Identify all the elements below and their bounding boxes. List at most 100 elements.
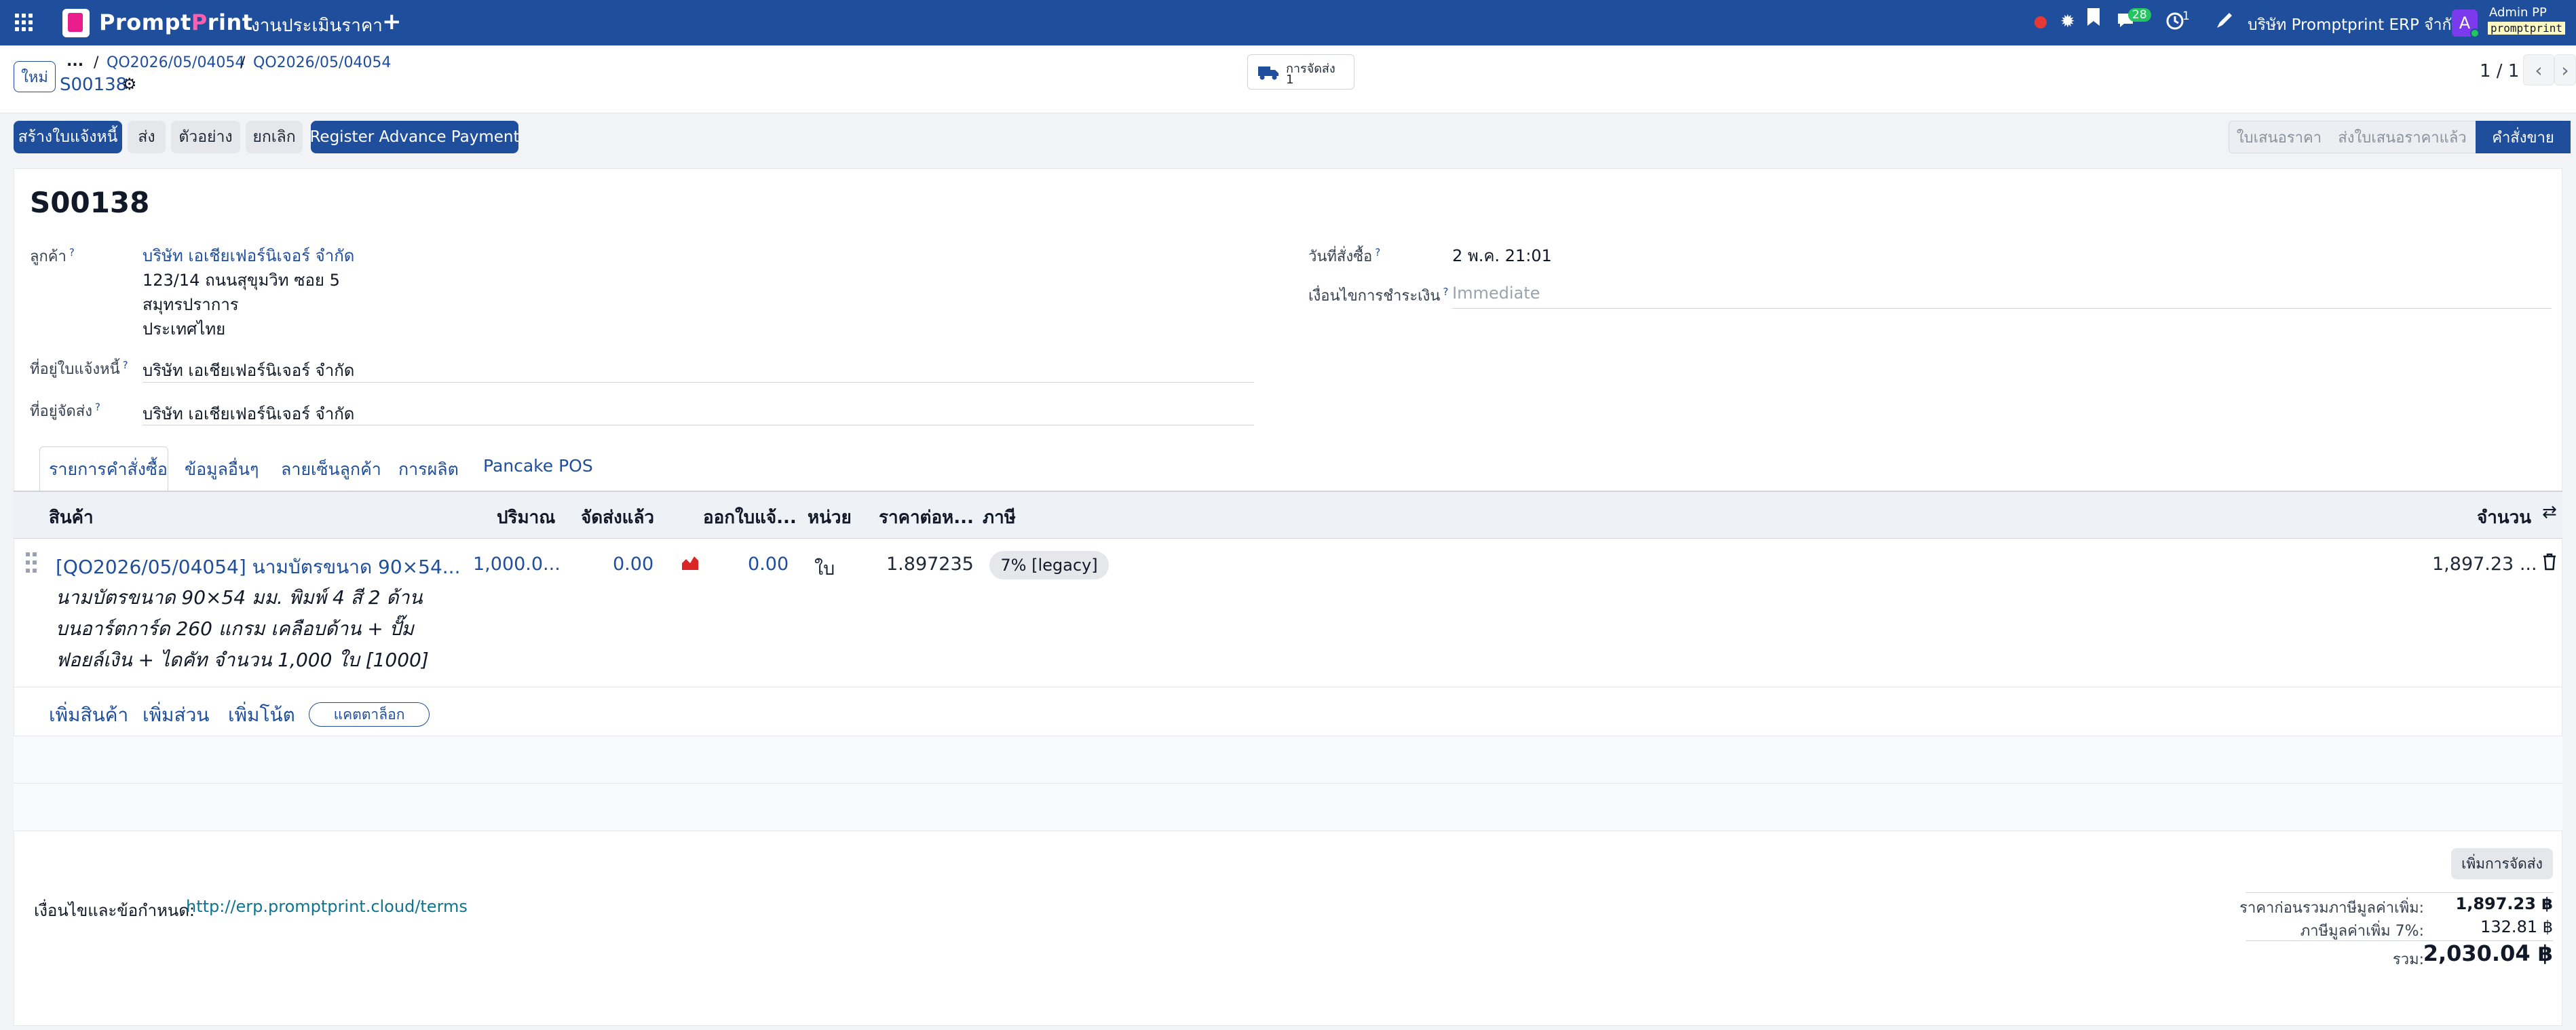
tab-customer-signature[interactable]: ลายเซ็นลูกค้า [281,456,381,483]
empty-row [14,736,2562,784]
invoice-address-field[interactable]: บริษัท เอเชียเฟอร์นิเจอร์ จำกัด [143,357,354,383]
terms-label: เงื่อนไขและข้อกำหนด: [34,901,195,920]
line-invoiced[interactable]: 0.00 [748,554,789,575]
tax-tag[interactable]: 7% [legacy] [989,551,1109,579]
user-name[interactable]: Admin PP [2489,5,2547,20]
payment-terms-underline [1452,308,2552,309]
delete-line-trash-icon[interactable] [2542,552,2557,575]
add-shipping-button[interactable]: เพิ่มการจัดส่ง [2451,848,2553,879]
record-settings-gear-icon[interactable]: ⚙ [122,75,137,94]
delivery-count: 1 [1286,73,1294,87]
customer-label: ลูกค้า? [30,246,75,265]
truck-icon [1258,66,1278,80]
forecast-chart-icon[interactable] [681,554,700,575]
breadcrumb-item-1[interactable]: QO2026/05/04054 [107,54,244,71]
register-advance-payment-button[interactable]: Register Advance Payment [309,121,520,153]
breadcrumb-ellipsis[interactable]: ... [67,53,83,70]
new-button[interactable]: ใหม่ [14,61,56,92]
line-unit-price[interactable]: 1.897235 [886,554,974,575]
stage-quotation[interactable]: ใบเสนอราคา [2229,121,2329,153]
total-amount: 2,030.04 ฿ [2423,940,2553,966]
drag-handle-icon[interactable] [26,552,37,574]
current-record-name: S00138 [60,75,128,95]
invoice-address-underline [143,382,1254,383]
app-menu-title[interactable]: งานประเมินราคา [251,12,383,39]
column-product[interactable]: สินค้า [49,503,94,531]
catalog-button[interactable]: แคตตาล็อก [309,702,430,727]
line-unit[interactable]: ใบ [814,554,835,583]
order-date-field[interactable]: 2 พ.ค. 21:01 [1452,242,1552,269]
totals-top-border [2246,892,2553,893]
optional-columns-toggle-icon[interactable]: ⇄ [2542,502,2557,522]
untaxed-amount: 1,897.23 ฿ [2455,894,2553,913]
line-quantity[interactable]: 1,000.0... [473,554,561,575]
pager-next-icon[interactable]: › [2554,54,2576,85]
total-label: รวม: [2392,951,2424,968]
customer-help-icon[interactable]: ? [69,246,75,259]
add-product-link[interactable]: เพิ่มสินค้า [49,700,128,730]
order-date-label: วันที่สั่งซื้อ? [1308,246,1381,265]
customer-name-link[interactable]: บริษัท เอเชียเฟอร์นิเจอร์ จำกัด [143,242,354,269]
preview-button[interactable]: ตัวอย่าง [171,121,240,153]
line-amount: 1,897.23 ... [2432,554,2537,575]
online-status-dot [2470,28,2480,38]
bookmark-icon[interactable] [2086,7,2101,27]
invoice-address-help-icon[interactable]: ? [123,359,128,371]
delivery-address-field[interactable]: บริษัท เอเชียเฟอร์นิเจอร์ จำกัด [143,400,354,427]
payment-terms-help-icon[interactable]: ? [1443,286,1448,298]
brush-icon[interactable] [2214,11,2234,35]
terms-link[interactable]: http://erp.promptprint.cloud/terms [186,897,468,916]
vat-amount: 132.81 ฿ [2480,917,2553,936]
untaxed-label: ราคาก่อนรวมภาษีมูลค่าเพิ่ม: [2239,900,2424,917]
order-date-help-icon[interactable]: ? [1375,246,1380,259]
customer-address-line3: ประเทศไทย [143,320,226,339]
column-amount[interactable]: จำนวน [2477,503,2531,531]
activity-count: 1 [2182,9,2190,23]
pager-value[interactable]: 1 / 1 [2480,61,2519,81]
top-navbar: PromptPrint งานประเมินราคา + ✹ 28 1 บริษ… [0,0,2576,45]
column-invoiced[interactable]: ออกใบแจ้... [703,503,797,531]
tab-manufacturing[interactable]: การผลิต [398,456,459,483]
breadcrumb-item-2[interactable]: QO2026/05/04054 [253,54,391,71]
delivery-smart-button[interactable]: การจัดส่ง 1 [1247,54,1355,90]
add-note-link[interactable]: เพิ่มโน้ต [228,700,295,730]
pager-previous-icon[interactable]: ‹ [2523,54,2554,85]
brand-name[interactable]: PromptPrint [99,9,253,35]
line-description[interactable]: นามบัตรขนาด 90×54 มม. พิมพ์ 4 สี 2 ด้าน … [56,582,429,676]
stage-quotation-sent[interactable]: ส่งใบเสนอราคาแล้ว [2329,121,2476,153]
payment-terms-label: เงื่อนไขการชำระเงิน? [1308,285,1449,305]
order-title: S00138 [30,186,150,219]
breadcrumb-separator: / [94,54,99,71]
order-lines-header [14,491,2562,539]
vat-label: ภาษีมูลค่าเพิ่ม 7%: [2300,923,2424,940]
create-invoice-button[interactable]: สร้างใบแจ้งหนี้ [14,121,122,153]
stage-sales-order[interactable]: คำสั่งขาย [2476,121,2571,153]
delivery-address-label: ที่อยู่จัดส่ง? [30,400,100,420]
company-switcher[interactable]: บริษัท Promptprint ERP จำกัด [2248,13,2461,37]
record-indicator-icon[interactable] [2034,16,2047,28]
brand-logo-icon[interactable] [62,9,90,37]
empty-row [14,784,2562,831]
add-menu-button[interactable]: + [382,8,402,35]
send-button[interactable]: ส่ง [128,121,166,153]
column-unit-price[interactable]: ราคาต่อห... [879,503,974,531]
add-section-link[interactable]: เพิ่มส่วน [143,700,209,730]
bug-icon[interactable]: ✹ [2060,12,2075,32]
delivery-address-help-icon[interactable]: ? [95,401,100,413]
column-unit[interactable]: หน่วย [808,503,852,531]
tab-order-lines[interactable]: รายการคำสั่งซื้อ [49,456,168,483]
database-name: promptprint [2488,22,2565,35]
line-delivered[interactable]: 0.00 [613,554,654,575]
line-product[interactable]: [QO2026/05/04054] นามบัตรขนาด 90×54... [56,552,460,582]
payment-terms-input[interactable]: Immediate [1452,284,1540,303]
tab-pancake-pos[interactable]: Pancake POS [483,456,593,476]
customer-address-line1: 123/14 ถนนสุขุมวิท ซอย 5 [143,271,340,290]
invoice-address-label: ที่อยู่ใบแจ้งหนี้? [30,358,128,378]
column-taxes[interactable]: ภาษี [983,503,1016,531]
column-quantity[interactable]: ปริมาณ [497,503,555,531]
tab-other-info[interactable]: ข้อมูลอื่นๆ [185,456,259,483]
breadcrumb-separator: / [240,54,246,71]
apps-menu-icon[interactable] [15,14,33,31]
column-delivered[interactable]: จัดส่งแล้ว [581,503,654,531]
cancel-button[interactable]: ยกเลิก [246,121,303,153]
